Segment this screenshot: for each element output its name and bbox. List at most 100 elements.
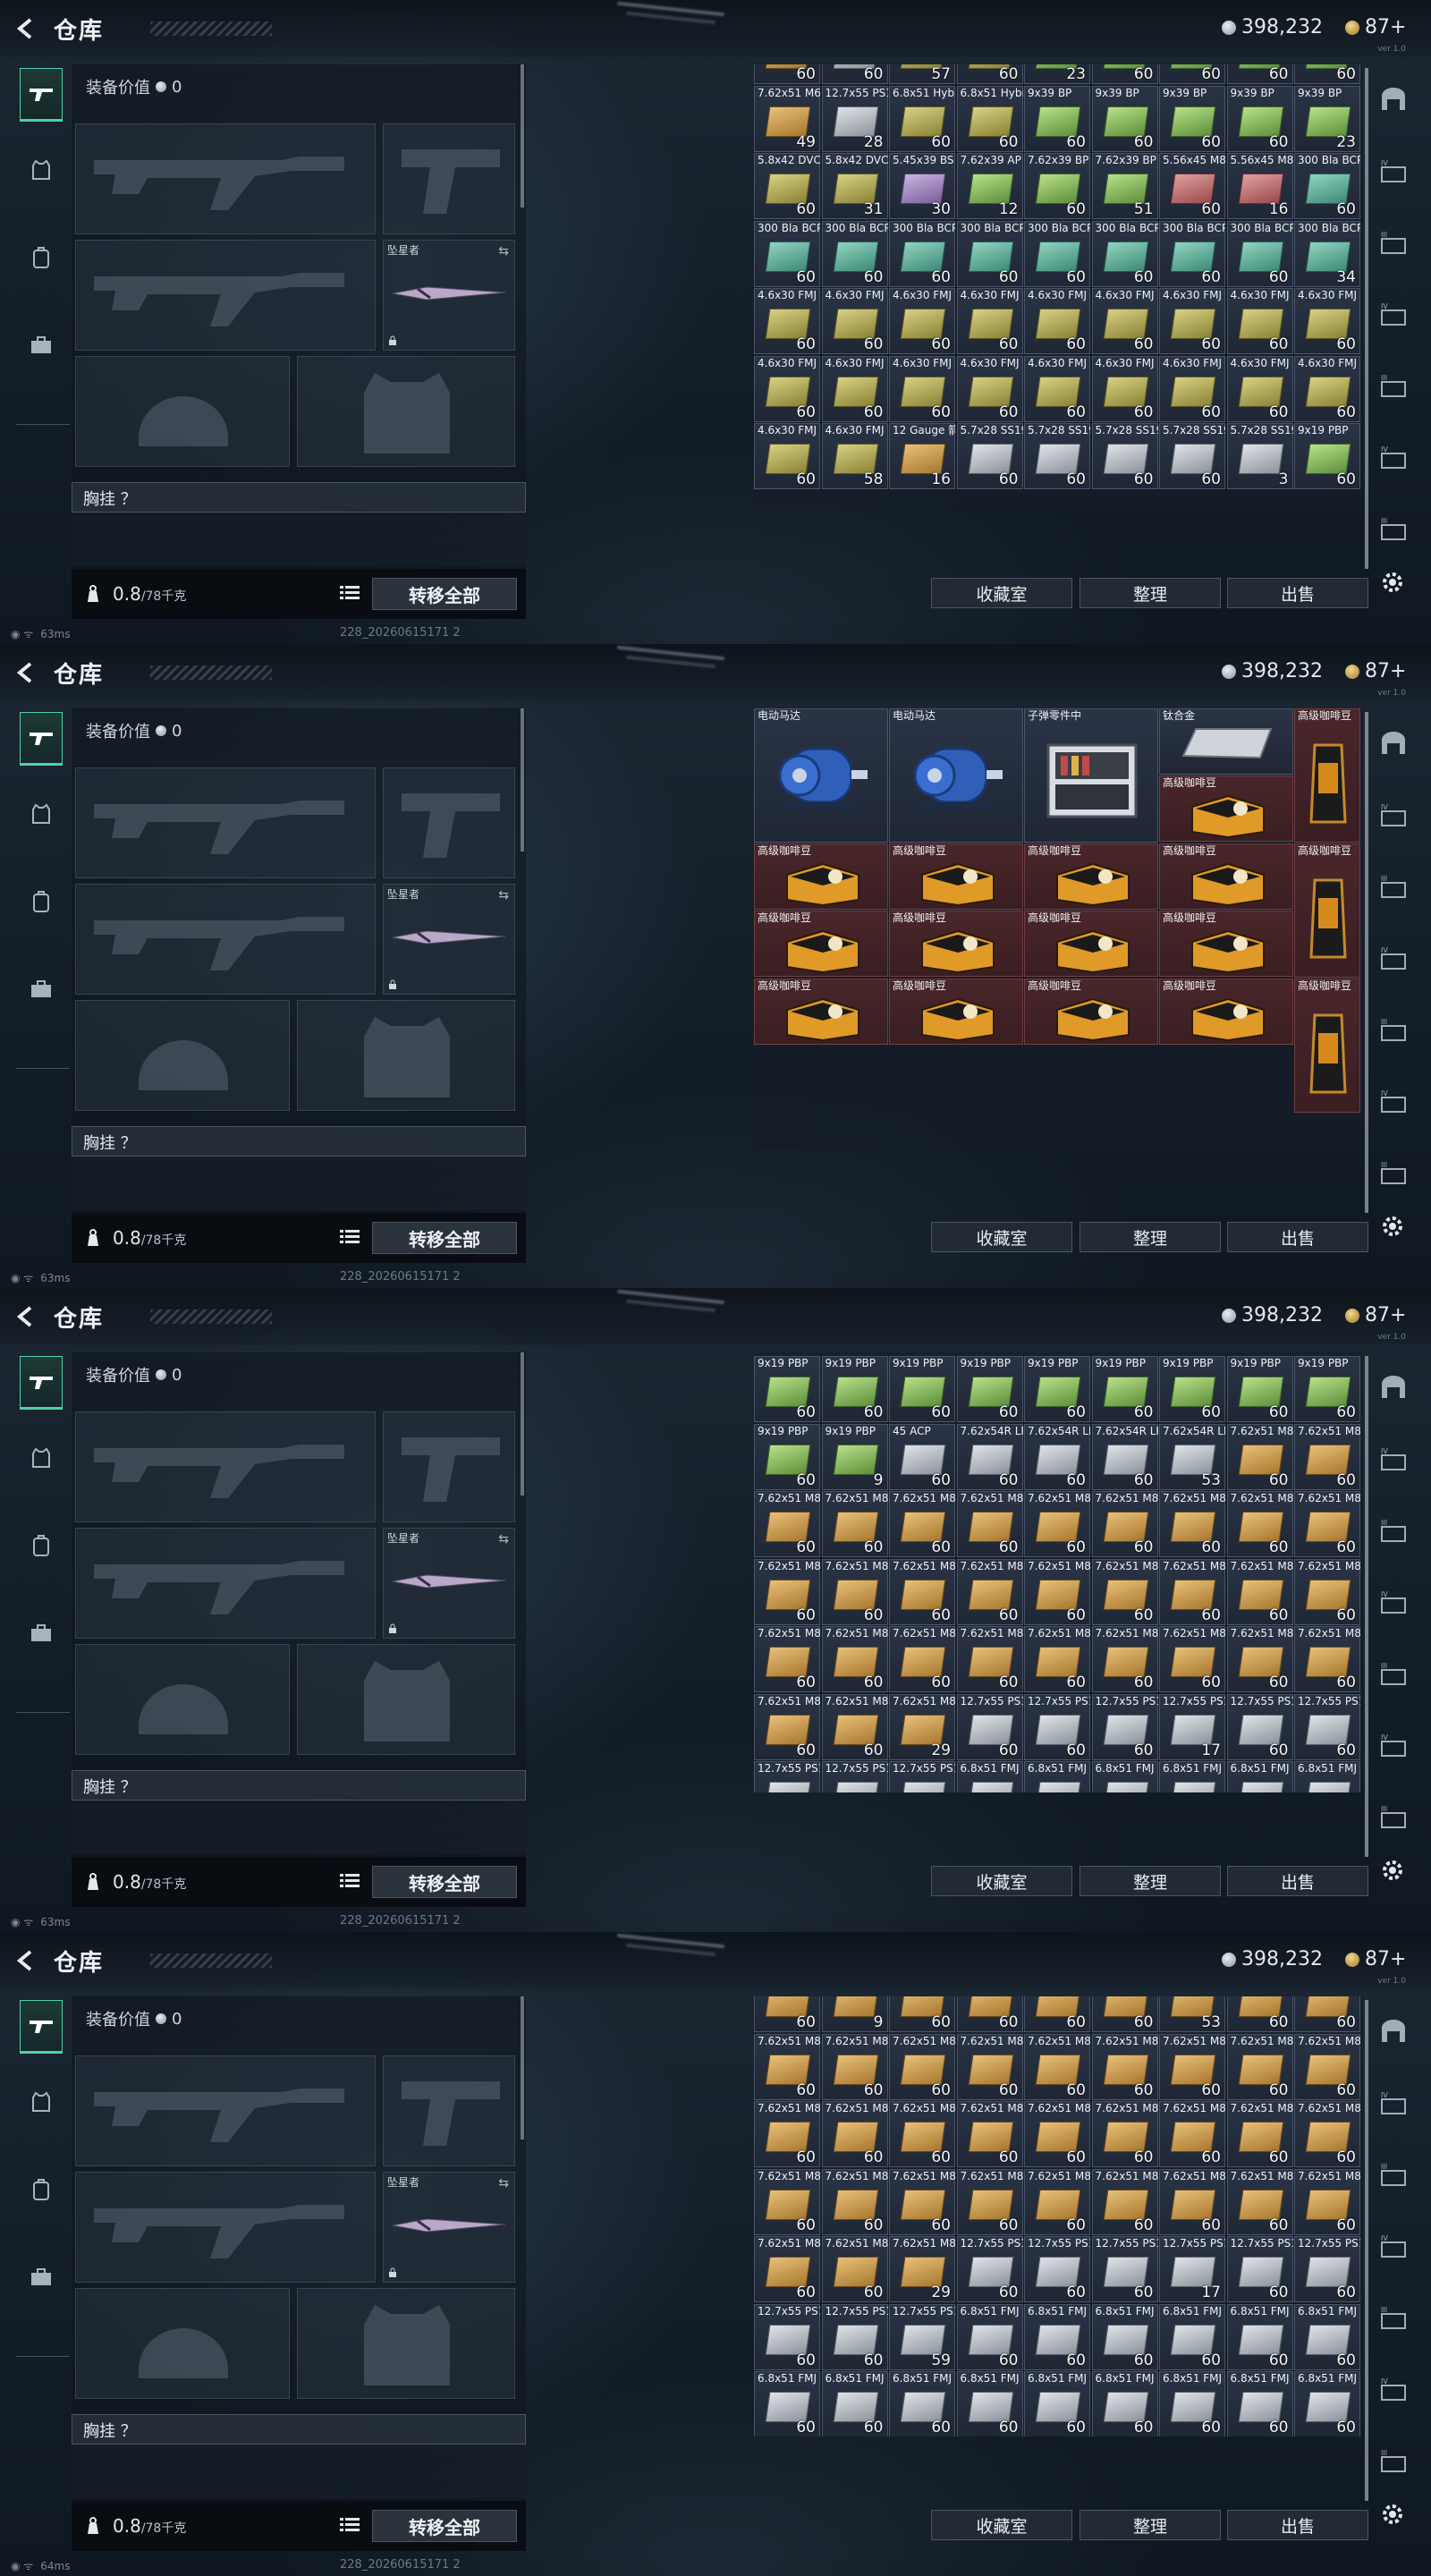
storage-item[interactable]: 12.7x55 PS12B60 [1226, 1693, 1293, 1760]
storage-item[interactable]: 7.62x51 M80 29 [889, 2236, 955, 2302]
item-bullet-parts[interactable]: 子弹零件中 [1024, 708, 1158, 843]
storage-tab-3[interactable]: IV [1374, 1585, 1413, 1621]
storage-item[interactable]: 7.62x51 M80 60 [1159, 1491, 1225, 1557]
storage-item[interactable]: 9x19 PBP 60 [754, 1356, 820, 1422]
storage-item[interactable]: 300 Bla BCP FMJ 60 [1159, 220, 1225, 287]
storage-item[interactable]: 60 [754, 1996, 820, 2032]
chest-rig-slot[interactable]: 胸挂 ？ [72, 1126, 526, 1157]
storage-scrollbar[interactable] [1365, 2000, 1368, 2501]
storage-item[interactable]: 7.62x51 M80 60 [1024, 1491, 1090, 1557]
storage-tab-4[interactable]: III [1374, 2301, 1413, 2336]
storage-item[interactable]: 7.62x51 M80 60 [754, 2236, 820, 2302]
storage-tab-6[interactable]: III [1374, 2444, 1413, 2479]
equipment-scrollbar[interactable] [521, 708, 524, 852]
storage-item[interactable]: 12.7x55 PS12B 17 [1159, 1693, 1225, 1760]
storage-item[interactable]: 5.45x39 BS 30 [889, 153, 955, 219]
nav-weapons[interactable] [20, 1356, 63, 1410]
storage-tab-3[interactable]: IV [1374, 297, 1413, 333]
collection-room-button[interactable]: 收藏室 [931, 1866, 1072, 1896]
storage-tab-2[interactable]: III [1374, 225, 1413, 261]
storage-item[interactable]: 9x19 PBP 9 [821, 1423, 888, 1490]
storage-tab-1[interactable]: IV [1374, 1442, 1413, 1478]
storage-item[interactable]: 9x19 PBP 60 [754, 1423, 820, 1490]
gold-currency[interactable]: 87+ [1345, 1948, 1406, 1970]
storage-item[interactable]: 7.62x51 M80 60 [889, 2168, 955, 2235]
storage-item[interactable]: 7.62x51 M80 60 [754, 2101, 820, 2167]
item-premium-coffee-beans[interactable]: 高级咖啡豆 [1024, 978, 1158, 1045]
storage-item[interactable]: 4.6x30 FMJ SX 60 [1294, 288, 1360, 354]
swap-icon[interactable]: ⇆ [498, 244, 509, 258]
storage-item[interactable]: 300 Bla BCP FMJ 60 [1091, 220, 1158, 287]
storage-item[interactable]: 6.8x51 FMJ 60 [1024, 2303, 1090, 2370]
primary-weapon-slot[interactable] [75, 123, 376, 234]
storage-item[interactable]: 4.6x30 FMJ SX 60 [1091, 355, 1158, 422]
nav-case[interactable] [20, 318, 63, 372]
storage-item[interactable]: 7.62x51 M80 60 [754, 1693, 820, 1760]
storage-item[interactable]: 12.7x55 PS12B60 [754, 2303, 820, 2370]
primary-weapon-slot[interactable] [75, 2055, 376, 2166]
storage-item[interactable]: 6.8x51 FMJ 60 [956, 2371, 1023, 2436]
storage-item[interactable]: 6.8x51 FMJ 60 [1226, 2303, 1293, 2370]
storage-item[interactable]: 7.62x51 M80 60 [1294, 1423, 1360, 1490]
storage-item[interactable]: 12.7x55 PS12B59 [889, 1761, 955, 1792]
storage-item[interactable]: 7.62x51 M80 60 [754, 1558, 820, 1625]
storage-item[interactable]: 7.62x39 BP 51 [1091, 153, 1158, 219]
storage-item[interactable]: 7.62x54R LPS 60 [956, 1423, 1023, 1490]
storage-item[interactable]: 6.8x51 FMJ 60 [889, 2371, 955, 2436]
storage-item[interactable]: 6.8x51 FMJ 60 [1159, 2303, 1225, 2370]
pistol-slot[interactable] [383, 2055, 515, 2166]
storage-item[interactable]: 4.6x30 FMJ SX 60 [821, 288, 888, 354]
storage-item[interactable]: 300 Bla BCP FMJ 34 [1294, 220, 1360, 287]
nav-case[interactable] [20, 962, 63, 1016]
transfer-all-button[interactable]: 转移全部 [372, 1222, 517, 1254]
storage-tab-safe[interactable] [1374, 2014, 1413, 2050]
storage-item[interactable]: 60 [956, 64, 1023, 84]
item-premium-coffee-beans[interactable]: 高级咖啡豆 [1159, 775, 1293, 842]
storage-item[interactable]: 7.62x51 M80 60 [821, 1693, 888, 1760]
pistol-slot[interactable] [383, 767, 515, 878]
melee-slot[interactable]: 坠星者 ⇆ [383, 1528, 515, 1639]
transfer-all-button[interactable]: 转移全部 [372, 578, 517, 610]
storage-item[interactable]: 6.8x51 FMJ 60 [821, 2371, 888, 2436]
secondary-weapon-slot[interactable] [75, 884, 376, 995]
storage-item[interactable]: 7.62x39 BP 60 [1024, 153, 1090, 219]
storage-item[interactable]: 7.62x51 M80 60 [821, 2168, 888, 2235]
item-premium-coffee-beans[interactable]: 高级咖啡豆 [1294, 708, 1360, 843]
storage-item[interactable]: 7.62x51 M80 60 [1024, 1626, 1090, 1692]
swap-icon[interactable]: ⇆ [498, 2176, 509, 2190]
storage-item[interactable]: 12.7x55 PS12B 28 [821, 85, 888, 152]
item-premium-coffee-beans[interactable]: 高级咖啡豆 [889, 843, 1023, 910]
storage-item[interactable]: 6.8x51 FMJ 60 [754, 2371, 820, 2436]
storage-tab-5[interactable]: IV [1374, 2372, 1413, 2408]
storage-item[interactable]: 7.62x51 M80 60 [1294, 2168, 1360, 2235]
storage-tab-4[interactable]: III [1374, 1657, 1413, 1692]
storage-item[interactable]: 9x19 PBP 60 [1294, 423, 1360, 489]
gold-currency[interactable]: 87+ [1345, 660, 1406, 682]
storage-item[interactable]: 12.7x55 PS12B60 [1024, 2236, 1090, 2302]
storage-item[interactable]: 7.62x54R LPS 60 [1024, 1423, 1090, 1490]
nav-armor[interactable] [20, 1431, 63, 1485]
storage-scrollbar[interactable] [1365, 68, 1368, 569]
storage-item[interactable]: 60 [1226, 64, 1293, 84]
nav-weapons[interactable] [20, 712, 63, 766]
chest-rig-slot[interactable]: 胸挂 ？ [72, 1770, 526, 1801]
storage-item[interactable]: 7.62x51 M80 60 [1091, 1491, 1158, 1557]
storage-tab-2[interactable]: III [1374, 869, 1413, 905]
storage-item[interactable]: 60 [1294, 1996, 1360, 2032]
storage-item[interactable]: 7.62x51 M80 60 [821, 1626, 888, 1692]
storage-item[interactable]: 7.62x51 M80 60 [956, 2101, 1023, 2167]
storage-item[interactable]: 7.62x51 M80 60 [1226, 1626, 1293, 1692]
storage-item[interactable]: 7.62x51 M80 60 [1226, 1558, 1293, 1625]
storage-item[interactable]: 7.62x51 M80 60 [1159, 2033, 1225, 2100]
item-premium-coffee-beans[interactable]: 高级咖啡豆 [1294, 979, 1360, 1113]
storage-item[interactable]: 7.62x51 M80 60 [1226, 1423, 1293, 1490]
storage-item[interactable]: 7.62x51 M80 60 [754, 2168, 820, 2235]
storage-item[interactable]: 12.7x55 PS12B60 [754, 1761, 820, 1792]
storage-item[interactable]: 7.62x51 M80 60 [1024, 1558, 1090, 1625]
storage-item[interactable]: 7.62x51 M80 60 [1091, 2168, 1158, 2235]
storage-item[interactable]: 7.62x51 M80 60 [1226, 2101, 1293, 2167]
pistol-slot[interactable] [383, 1411, 515, 1522]
armor-slot[interactable] [297, 2288, 515, 2399]
nav-armor[interactable] [20, 2075, 63, 2129]
gold-currency[interactable]: 87+ [1345, 16, 1406, 38]
